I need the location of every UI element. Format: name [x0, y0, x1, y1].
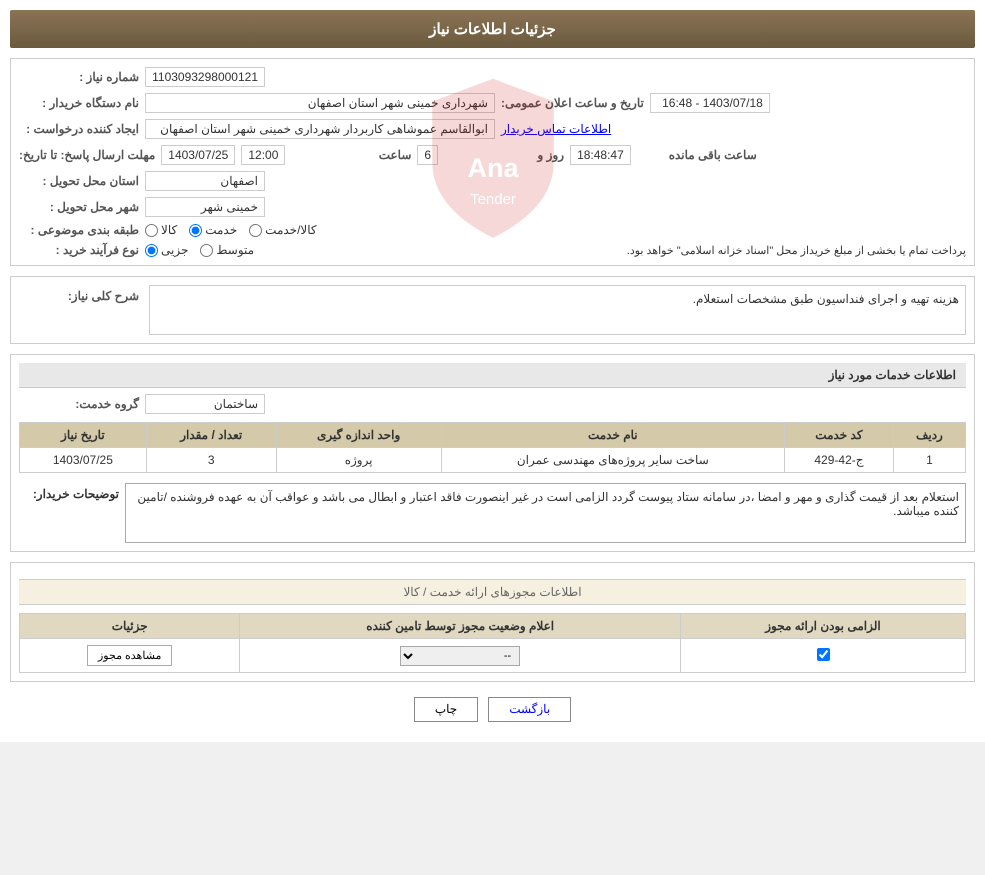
city-value: خمینی شهر [145, 197, 265, 217]
col-qty: تعداد / مقدار [146, 423, 276, 448]
buyer-notes-label: توضیحات خریدار: [19, 483, 119, 501]
category-label-kala-khedmat: کالا/خدمت [265, 223, 316, 237]
print-button[interactable]: چاپ [414, 697, 478, 722]
permit-required-cell [681, 639, 966, 673]
remaining-label: ساعت باقی مانده [637, 148, 757, 162]
purchase-type-row: پرداخت تمام یا بخشی از مبلغ خریداز محل "… [19, 243, 966, 257]
permit-status-select[interactable]: -- [400, 646, 520, 666]
permit-table-header-row: الزامی بودن ارائه مجوز اعلام وضعیت مجوز … [20, 614, 966, 639]
remaining-value: 18:48:47 [570, 145, 631, 165]
permit-col-required: الزامی بودن ارائه مجوز [681, 614, 966, 639]
col-radif: ردیف [893, 423, 965, 448]
col-name: نام خدمت [441, 423, 785, 448]
category-option-khedmat[interactable]: خدمت [189, 223, 237, 237]
category-radio-kala-khedmat[interactable] [249, 224, 262, 237]
requester-value: ابوالقاسم عموشاهی کاربردار شهرداری خمینی… [145, 119, 495, 139]
province-value: اصفهان [145, 171, 265, 191]
view-permit-button[interactable]: مشاهده مجوز [87, 645, 172, 666]
need-number-value: 1103093298000121 [145, 67, 265, 87]
col-code: کد خدمت [785, 423, 894, 448]
permit-col-details: جزئیات [20, 614, 240, 639]
cell-code: ج-42-429 [785, 448, 894, 473]
category-option-kala[interactable]: کالا [145, 223, 177, 237]
service-info-section: اطلاعات خدمات مورد نیاز ساختمان گروه خدم… [10, 354, 975, 552]
buyer-org-label: نام دستگاه خریدار : [19, 96, 139, 110]
days-value: 6 [417, 145, 438, 165]
cell-unit: پروژه [276, 448, 441, 473]
deadline-row: ساعت باقی مانده 18:48:47 روز و 6 ساعت 12… [19, 145, 966, 165]
announce-buyer-row: 1403/07/18 - 16:48 تاریخ و ساعت اعلان عم… [19, 93, 966, 113]
category-row: کالا/خدمت خدمت کالا طبقه بندی موضوعی : [19, 223, 966, 237]
back-button[interactable]: بازگشت [488, 697, 571, 722]
purchase-label-motavasset: متوسط [216, 243, 254, 257]
service-table: ردیف کد خدمت نام خدمت واحد اندازه گیری ت… [19, 422, 966, 473]
purchase-type-label: نوع فرآیند خرید : [19, 243, 139, 257]
time-label: ساعت [291, 148, 411, 162]
purchase-label-jozi: جزیی [161, 243, 188, 257]
category-label-kala: کالا [161, 223, 177, 237]
category-label-khedmat: خدمت [205, 223, 237, 237]
city-row: خمینی شهر شهر محل تحویل : [19, 197, 966, 217]
time-value: 12:00 [241, 145, 285, 165]
buyer-notes-value: استعلام بعد از قیمت گذاری و مهر و امضا ،… [125, 483, 966, 543]
category-option-kala-khedmat[interactable]: کالا/خدمت [249, 223, 316, 237]
purchase-option-jozi[interactable]: جزیی [145, 243, 188, 257]
category-radio-khedmat[interactable] [189, 224, 202, 237]
table-row: 1 ج-42-429 ساخت سایر پروژه‌های مهندسی عم… [20, 448, 966, 473]
permit-required-checkbox[interactable] [817, 648, 830, 661]
announce-label: تاریخ و ساعت اعلان عمومی: [501, 96, 644, 110]
service-group-label: گروه خدمت: [19, 397, 139, 411]
general-desc-value: هزینه تهیه و اجرای فنداسیون طبق مشخصات ا… [149, 285, 966, 335]
permit-status-cell: -- [240, 639, 681, 673]
province-label: استان محل تحویل : [19, 174, 139, 188]
buyer-org-value: شهرداری خمینی شهر استان اصفهان [145, 93, 495, 113]
service-group-row: ساختمان گروه خدمت: [19, 394, 966, 414]
requester-row: اطلاعات تماس خریدار ابوالقاسم عموشاهی کا… [19, 119, 966, 139]
service-info-title: اطلاعات خدمات مورد نیاز [19, 363, 966, 388]
service-group-value: ساختمان [145, 394, 265, 414]
permit-col-status: اعلام وضعیت مجوز توسط تامین کننده [240, 614, 681, 639]
purchase-radio-motavasset[interactable] [200, 244, 213, 257]
service-table-header-row: ردیف کد خدمت نام خدمت واحد اندازه گیری ت… [20, 423, 966, 448]
page-title: جزئیات اطلاعات نیاز [10, 10, 975, 48]
contact-link[interactable]: اطلاعات تماس خریدار [501, 122, 611, 136]
province-row: اصفهان استان محل تحویل : [19, 171, 966, 191]
cell-radif: 1 [893, 448, 965, 473]
buyer-notes-row: استعلام بعد از قیمت گذاری و مهر و امضا ،… [19, 483, 966, 543]
permit-table: الزامی بودن ارائه مجوز اعلام وضعیت مجوز … [19, 613, 966, 673]
need-number-label: شماره نیاز : [19, 70, 139, 84]
announce-value: 1403/07/18 - 16:48 [650, 93, 770, 113]
permit-section-title: اطلاعات مجوزهای ارائه خدمت / کالا [19, 579, 966, 605]
requester-label: ایجاد کننده درخواست : [19, 122, 139, 136]
col-date: تاریخ نیاز [20, 423, 147, 448]
days-label: روز و [444, 148, 564, 162]
permit-section: اطلاعات مجوزهای ارائه خدمت / کالا الزامی… [10, 562, 975, 682]
col-unit: واحد اندازه گیری [276, 423, 441, 448]
general-desc-section: هزینه تهیه و اجرای فنداسیون طبق مشخصات ا… [10, 276, 975, 344]
purchase-radio-jozi[interactable] [145, 244, 158, 257]
purchase-radio-group: متوسط جزیی [145, 243, 254, 257]
cell-qty: 3 [146, 448, 276, 473]
cell-date: 1403/07/25 [20, 448, 147, 473]
permit-table-row: -- مشاهده مجوز [20, 639, 966, 673]
deadline-label: مهلت ارسال پاسخ: تا تاریخ: [19, 148, 155, 162]
need-number-row: 1103093298000121 شماره نیاز : [19, 67, 966, 87]
purchase-option-motavasset[interactable]: متوسط [200, 243, 254, 257]
category-radio-kala[interactable] [145, 224, 158, 237]
category-label: طبقه بندی موضوعی : [19, 223, 139, 237]
category-radio-group: کالا/خدمت خدمت کالا [145, 223, 317, 237]
purchase-note: پرداخت تمام یا بخشی از مبلغ خریداز محل "… [260, 244, 966, 257]
permit-details-cell: مشاهده مجوز [20, 639, 240, 673]
footer-buttons: بازگشت چاپ [10, 697, 975, 722]
city-label: شهر محل تحویل : [19, 200, 139, 214]
general-desc-label: شرح کلی نیاز: [19, 285, 139, 303]
cell-name: ساخت سایر پروژه‌های مهندسی عمران [441, 448, 785, 473]
date-value: 1403/07/25 [161, 145, 235, 165]
